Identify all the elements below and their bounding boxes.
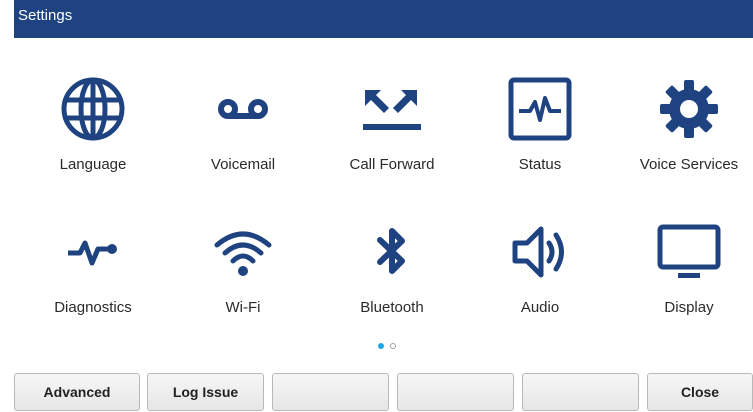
tile-label: Language <box>59 156 127 173</box>
wifi-icon <box>210 219 276 285</box>
diagnostics-icon <box>60 219 126 285</box>
tile-label: Voicemail <box>210 156 276 173</box>
page-dot[interactable] <box>390 343 396 349</box>
tile-label: Bluetooth <box>360 299 424 316</box>
softkey-5[interactable] <box>522 373 639 411</box>
monitor-icon <box>656 219 722 285</box>
tile-label: Display <box>664 299 714 316</box>
tile-label: Wi-Fi <box>225 299 261 316</box>
close-button[interactable]: Close <box>647 373 753 411</box>
speaker-icon <box>507 219 573 285</box>
tile-label: Status <box>518 156 562 173</box>
bluetooth-icon <box>359 219 425 285</box>
settings-screen: Settings Language Voicemail Call Forward… <box>0 0 753 412</box>
tile-wifi[interactable]: Wi-Fi <box>178 0 308 316</box>
tile-label: Voice Services <box>639 156 739 173</box>
tile-label: Call Forward <box>349 156 435 173</box>
softkey-4[interactable] <box>397 373 514 411</box>
page-dot-active[interactable] <box>378 343 384 349</box>
log-issue-button[interactable]: Log Issue <box>147 373 264 411</box>
tile-bluetooth[interactable]: Bluetooth <box>327 0 457 316</box>
settings-grid: Language Voicemail Call Forward Status V… <box>0 0 753 340</box>
tile-display[interactable]: Display <box>624 0 753 316</box>
tile-label: Audio <box>520 299 560 316</box>
softkey-3[interactable] <box>272 373 389 411</box>
softkey-bar: Advanced Log Issue Close <box>14 373 753 412</box>
page-indicator <box>378 341 396 351</box>
tile-diagnostics[interactable]: Diagnostics <box>28 0 158 316</box>
tile-audio[interactable]: Audio <box>475 0 605 316</box>
advanced-button[interactable]: Advanced <box>14 373 140 411</box>
tile-label: Diagnostics <box>54 299 132 316</box>
